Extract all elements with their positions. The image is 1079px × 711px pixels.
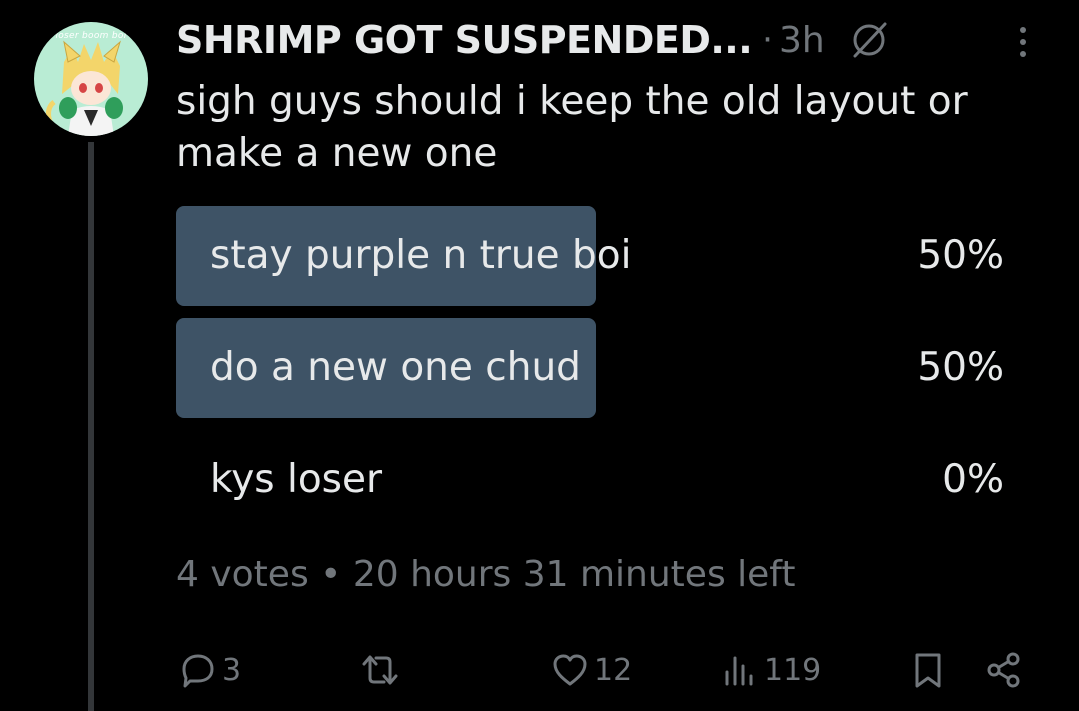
like-icon	[553, 654, 587, 686]
thread-line	[88, 142, 94, 711]
poll-option[interactable]: do a new one chud 50%	[176, 318, 1016, 418]
more-icon[interactable]	[1008, 22, 1038, 62]
share-button[interactable]	[982, 644, 1026, 696]
poll-option[interactable]: kys loser 0%	[176, 430, 1016, 530]
post-time[interactable]: 3h	[779, 20, 825, 61]
poll-meta: 4 votes • 20 hours 31 minutes left	[176, 554, 796, 595]
post-header: SHRIMP GOT SUSPENDED... · 3h	[176, 12, 891, 68]
views-icon	[725, 656, 753, 686]
post-text: sigh guys should i keep the old layout o…	[176, 79, 968, 176]
views-button[interactable]: 119	[718, 644, 821, 696]
reply-icon	[182, 654, 214, 688]
like-button[interactable]: 12	[548, 644, 632, 696]
poll-option[interactable]: stay purple n true boi 50%	[176, 206, 1016, 306]
views-count: 119	[764, 652, 822, 688]
separator-dot: ·	[762, 20, 773, 60]
reply-count: 3	[222, 652, 242, 688]
bookmark-icon	[915, 653, 941, 688]
avatar-character-image	[46, 40, 123, 136]
display-name[interactable]: SHRIMP GOT SUSPENDED...	[176, 18, 753, 62]
poll-option-label: do a new one chud	[210, 345, 581, 390]
reply-button[interactable]: 3	[176, 644, 241, 696]
share-icon	[987, 652, 1020, 688]
poll-option-percent: 50%	[917, 233, 1004, 278]
action-bar: 3 12 119	[0, 644, 1079, 700]
poll-option-percent: 0%	[942, 457, 1004, 502]
repost-icon	[362, 655, 398, 685]
like-count: 12	[594, 652, 633, 688]
avatar[interactable]: loser boom boi	[34, 22, 148, 136]
poll-option-label: stay purple n true boi	[210, 233, 632, 278]
verified-badge-icon	[853, 22, 887, 58]
bookmark-button[interactable]	[906, 644, 950, 696]
repost-button[interactable]	[358, 644, 402, 696]
poll-option-label: kys loser	[210, 457, 383, 502]
poll-option-percent: 50%	[917, 345, 1004, 390]
